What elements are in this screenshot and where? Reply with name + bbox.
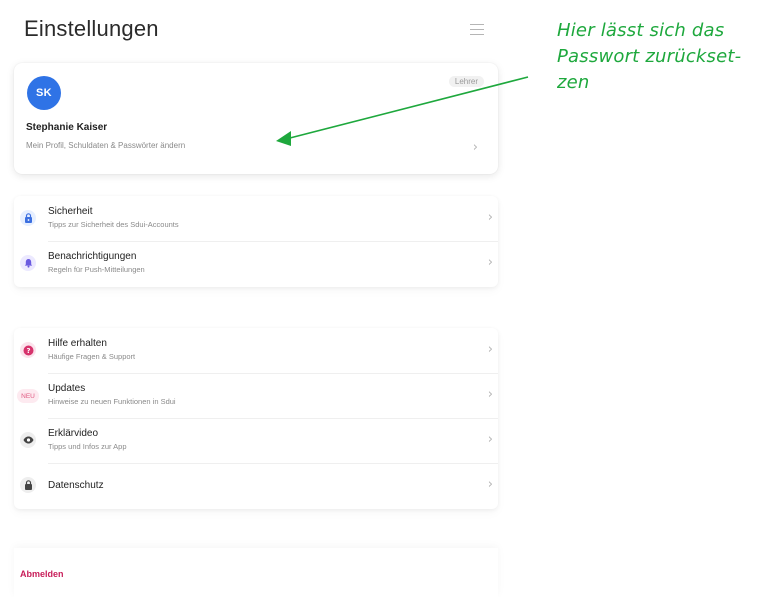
annotation-line: Passwort zurückset- <box>557 46 742 67</box>
row-title: Datenschutz <box>48 480 104 491</box>
chevron-right-icon: › <box>472 140 478 155</box>
settings-group-help: ? Hilfe erhalten Häufige Fragen & Suppor… <box>14 328 498 509</box>
avatar: SK <box>27 76 61 110</box>
role-badge: Lehrer <box>448 76 484 87</box>
profile-card[interactable]: SK Lehrer Stephanie Kaiser Mein Profil, … <box>14 63 498 174</box>
chevron-right-icon: › <box>487 210 493 225</box>
page-title: Einstellungen <box>24 16 159 41</box>
row-subtitle: Regeln für Push-Mitteilungen <box>48 265 145 274</box>
chevron-right-icon: › <box>487 477 493 492</box>
settings-row-help[interactable]: ? Hilfe erhalten Häufige Fragen & Suppor… <box>14 328 498 373</box>
chevron-right-icon: › <box>487 342 493 357</box>
chevron-right-icon: › <box>487 255 493 270</box>
annotation-line: Hier lässt sich das <box>557 20 725 41</box>
new-badge-icon: NEU <box>17 389 39 403</box>
row-subtitle: Häufige Fragen & Support <box>48 352 136 361</box>
row-title: Hilfe erhalten <box>48 338 107 349</box>
row-subtitle: Hinweise zu neuen Funktionen in Sdui <box>48 397 176 406</box>
row-title: Benachrichtigungen <box>48 251 137 262</box>
svg-text:?: ? <box>26 347 30 355</box>
profile-name: Stephanie Kaiser <box>26 122 108 133</box>
row-title: Erklärvideo <box>48 428 99 439</box>
row-subtitle: Tipps und Infos zur App <box>48 442 127 451</box>
padlock-icon <box>20 477 36 493</box>
row-subtitle: Tipps zur Sicherheit des Sdui-Accounts <box>48 220 179 229</box>
annotation-text: Hier lässt sich das Passwort zurückset- … <box>557 18 777 96</box>
chevron-right-icon: › <box>487 387 493 402</box>
settings-row-video[interactable]: Erklärvideo Tipps und Infos zur App › <box>14 418 498 463</box>
annotation-line: zen <box>557 72 590 93</box>
settings-row-notifications[interactable]: Benachrichtigungen Regeln für Push-Mitte… <box>14 241 498 286</box>
logout-section: Abmelden <box>14 548 498 597</box>
settings-row-security[interactable]: Sicherheit Tipps zur Sicherheit des Sdui… <box>14 196 498 241</box>
chevron-right-icon: › <box>487 432 493 447</box>
bell-icon <box>20 255 36 271</box>
profile-subtitle: Mein Profil, Schuldaten & Passwörter änd… <box>26 141 186 150</box>
lock-icon <box>20 210 36 226</box>
menu-icon[interactable] <box>470 24 484 36</box>
eye-icon <box>20 432 36 448</box>
question-icon: ? <box>20 342 36 358</box>
settings-group-account: Sicherheit Tipps zur Sicherheit des Sdui… <box>14 196 498 287</box>
row-title: Sicherheit <box>48 206 93 217</box>
row-title: Updates <box>48 383 86 394</box>
settings-row-updates[interactable]: NEU Updates Hinweise zu neuen Funktionen… <box>14 373 498 418</box>
settings-row-privacy[interactable]: Datenschutz › <box>14 463 498 508</box>
logout-button[interactable]: Abmelden <box>20 569 64 579</box>
